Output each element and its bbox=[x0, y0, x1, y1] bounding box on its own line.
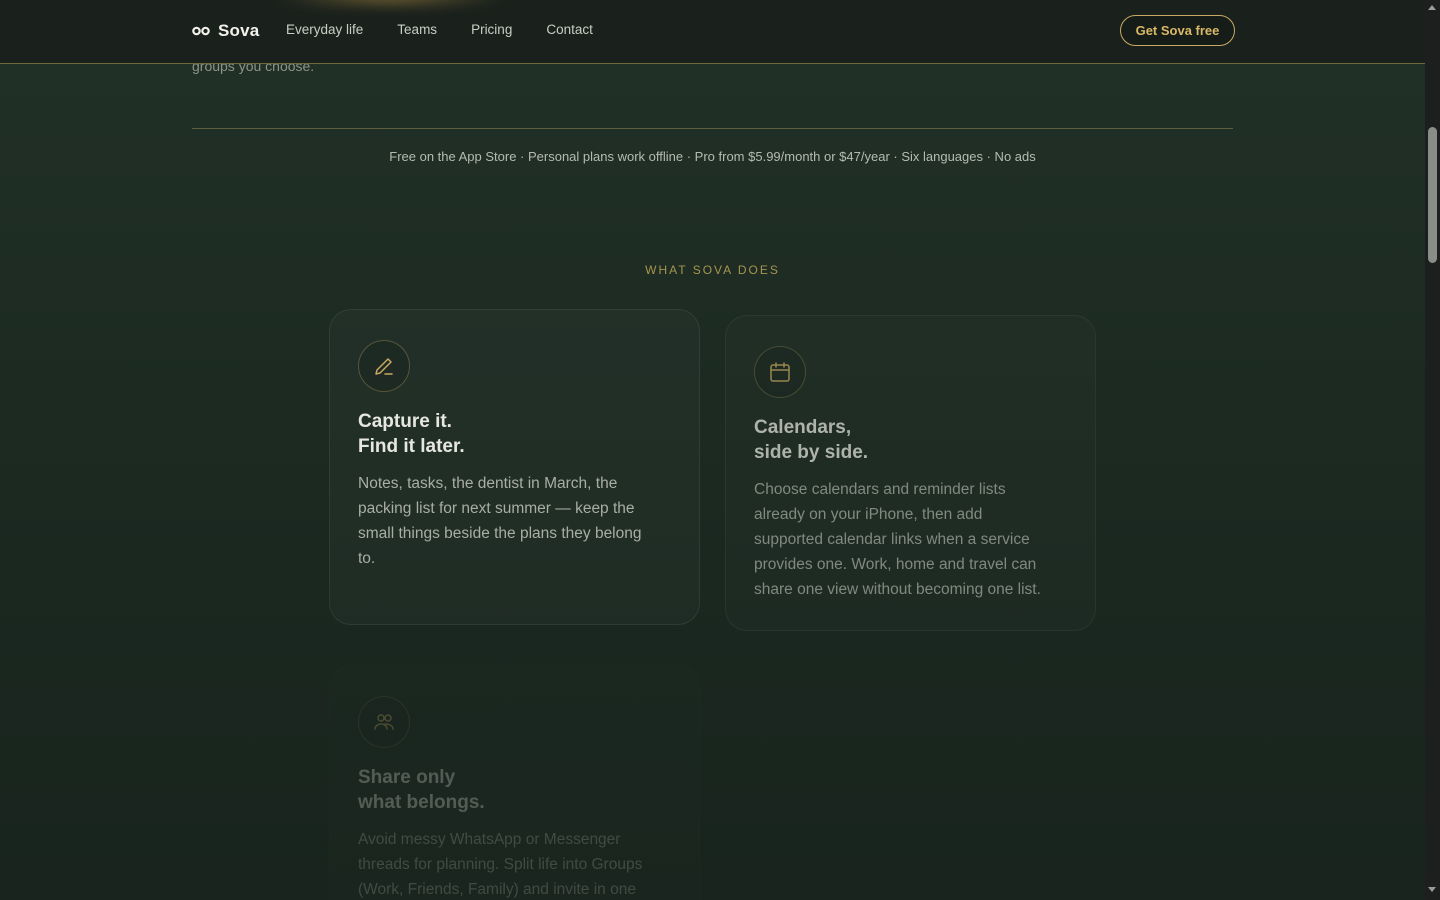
site-header: Sova Everyday life Teams Pricing Contact… bbox=[0, 0, 1425, 64]
main-nav: Everyday life Teams Pricing Contact bbox=[286, 22, 593, 37]
nav-contact[interactable]: Contact bbox=[546, 22, 593, 37]
card-body: Choose calendars and reminder lists alre… bbox=[754, 481, 1041, 598]
feature-card-calendars: Calendars, side by side. Choose calendar… bbox=[725, 315, 1096, 631]
section-eyebrow: WHAT SOVA DOES bbox=[645, 263, 780, 277]
card-title: Calendars, side by side. bbox=[754, 417, 869, 463]
calendar-icon bbox=[754, 346, 806, 398]
nav-pricing[interactable]: Pricing bbox=[471, 22, 512, 37]
divider bbox=[192, 128, 1233, 129]
get-sova-free-button[interactable]: Get Sova free bbox=[1120, 15, 1235, 46]
scroll-down-arrow-icon[interactable] bbox=[1428, 887, 1436, 892]
page: groups you choose. Free on the App Store… bbox=[0, 0, 1425, 900]
scrollbar-thumb[interactable] bbox=[1428, 127, 1437, 263]
scrollbar[interactable] bbox=[1425, 0, 1440, 900]
nav-teams[interactable]: Teams bbox=[397, 22, 437, 37]
brand-logo[interactable]: Sova bbox=[192, 20, 259, 42]
feature-card-capture: Capture it. Find it later. Notes, tasks,… bbox=[329, 309, 700, 625]
card-body: Avoid messy WhatsApp or Messenger thread… bbox=[358, 831, 643, 898]
card-title: Capture it. Find it later. bbox=[358, 411, 465, 457]
pencil-icon bbox=[358, 340, 410, 392]
header-glow bbox=[270, 0, 510, 8]
infinity-icon bbox=[192, 25, 210, 37]
card-body: Notes, tasks, the dentist in March, the … bbox=[358, 475, 642, 567]
people-icon bbox=[358, 696, 410, 748]
card-title: Share only what belongs. bbox=[358, 767, 485, 813]
facts-line: Free on the App Store · Personal plans w… bbox=[389, 149, 1036, 164]
feature-card-share: Share only what belongs. Avoid messy Wha… bbox=[329, 665, 700, 900]
nav-everyday-life[interactable]: Everyday life bbox=[286, 22, 363, 37]
scroll-up-arrow-icon[interactable] bbox=[1428, 5, 1436, 10]
brand-name: Sova bbox=[218, 21, 260, 40]
